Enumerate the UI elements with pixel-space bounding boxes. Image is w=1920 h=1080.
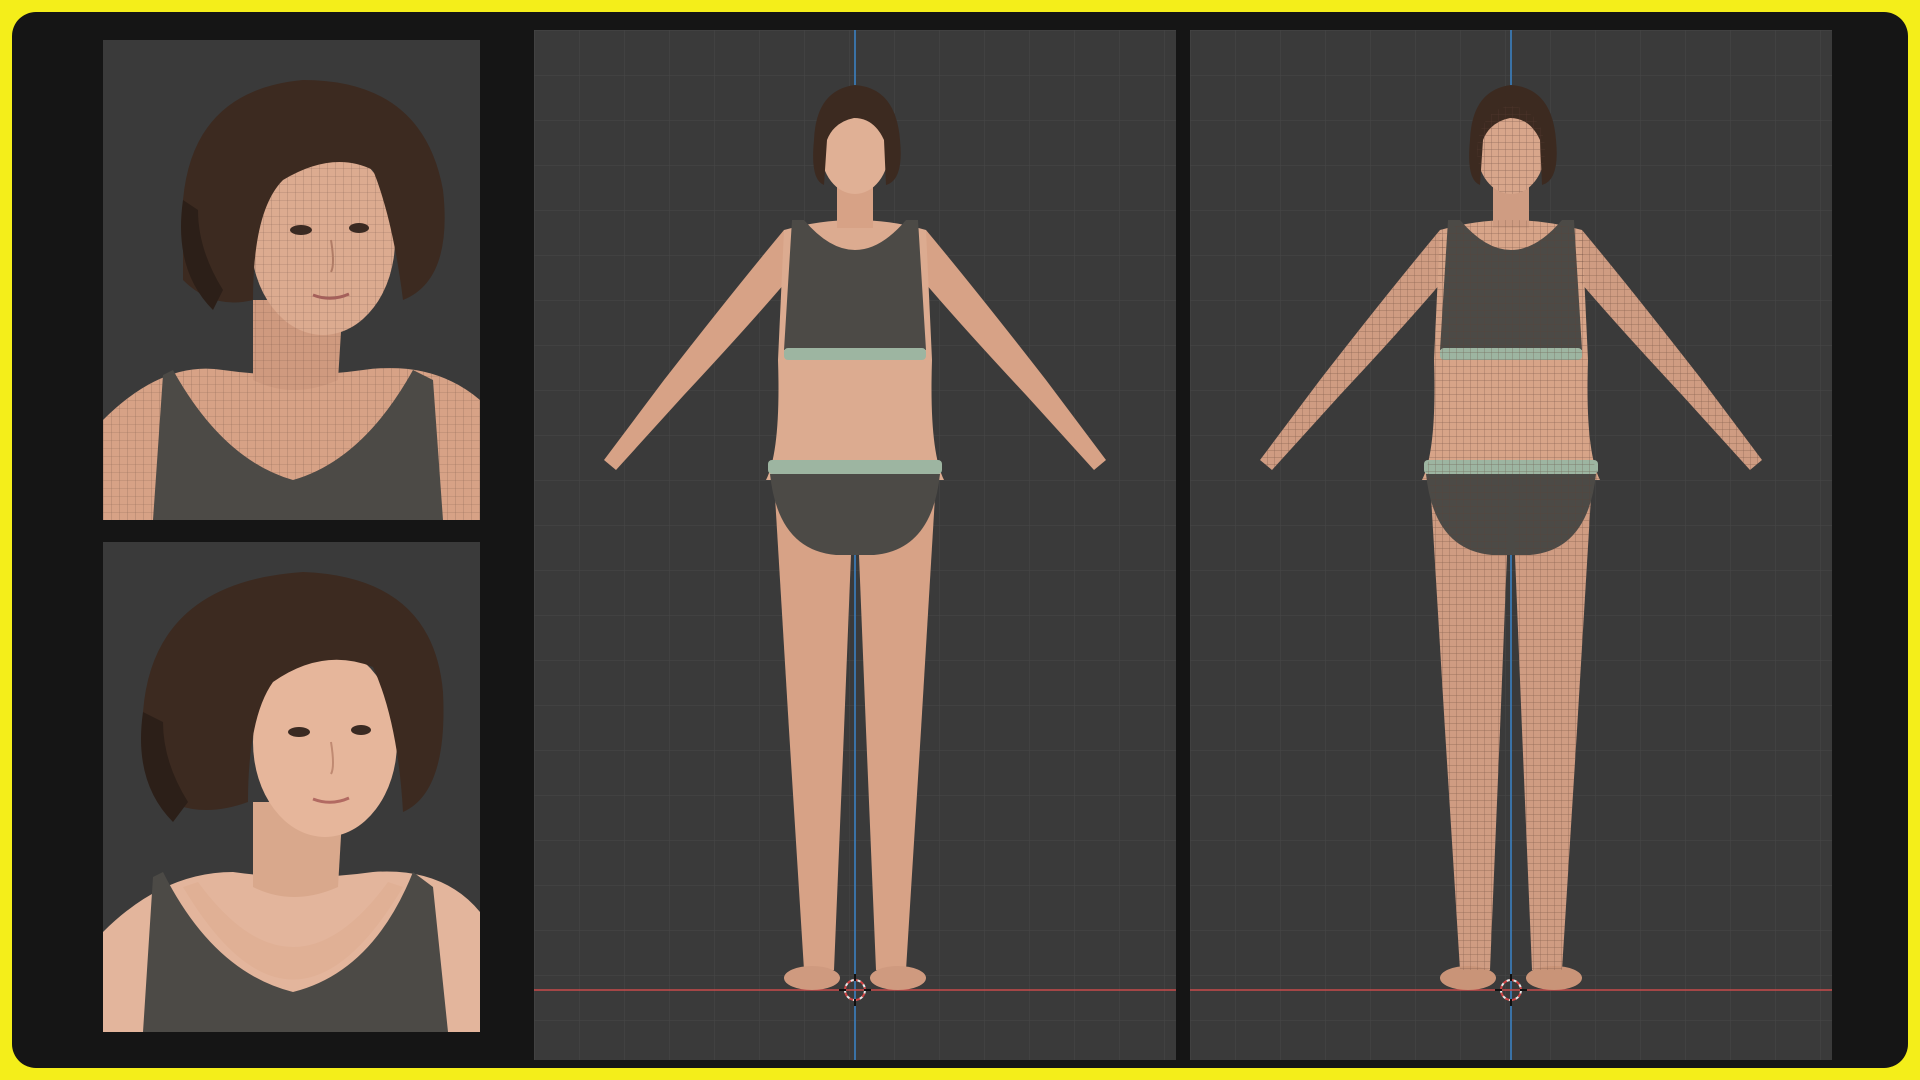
- closeup-wireframe-panel: [103, 40, 480, 520]
- viewport-wireframe-render: [1190, 30, 1832, 1060]
- closeup-wireframe-render: [103, 40, 480, 520]
- closeup-shaded-panel: [103, 542, 480, 1032]
- viewport-shaded-panel[interactable]: [534, 30, 1176, 1060]
- presentation-frame: [12, 12, 1908, 1068]
- viewport-shaded-render: [534, 30, 1176, 1060]
- viewport-wireframe-panel[interactable]: [1190, 30, 1832, 1060]
- closeup-shaded-render: [103, 542, 480, 1032]
